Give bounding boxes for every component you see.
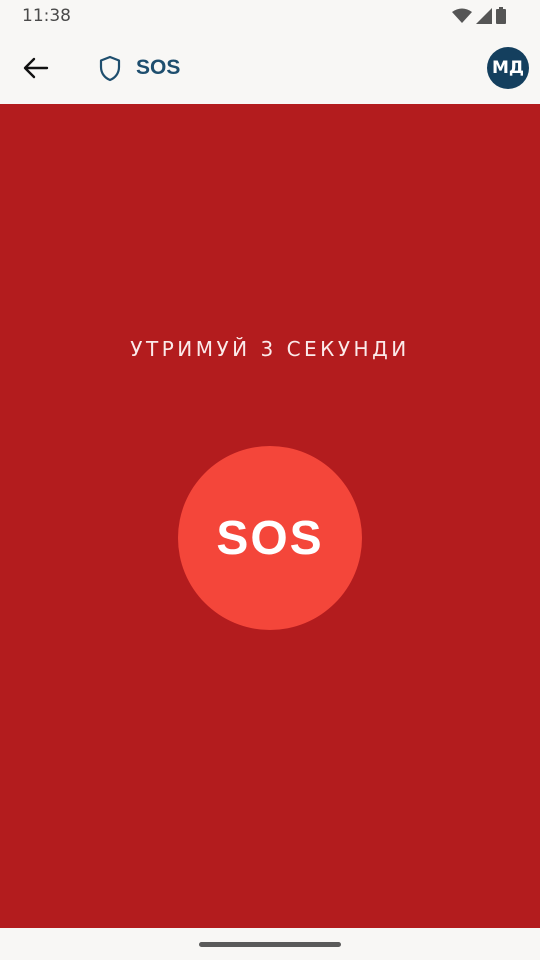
sos-button[interactable]: SOS bbox=[178, 446, 362, 630]
hold-hint: УТРИМУЙ 3 СЕКУНДИ bbox=[130, 337, 410, 361]
status-bar: 11:38 bbox=[0, 0, 540, 32]
gesture-handle[interactable] bbox=[199, 942, 341, 947]
shield-icon bbox=[99, 55, 121, 82]
wifi-icon bbox=[452, 8, 472, 23]
app-bar: SOS МД bbox=[0, 32, 540, 104]
arrow-back-icon bbox=[23, 57, 49, 79]
back-button[interactable] bbox=[14, 46, 58, 90]
battery-icon bbox=[496, 7, 506, 24]
status-time: 11:38 bbox=[22, 6, 71, 26]
page-title: SOS bbox=[136, 56, 181, 79]
sos-button-label: SOS bbox=[216, 511, 324, 565]
sos-panel: УТРИМУЙ 3 СЕКУНДИ SOS bbox=[0, 104, 540, 928]
navigation-bar bbox=[0, 928, 540, 960]
signal-icon bbox=[476, 7, 492, 24]
status-icons bbox=[452, 7, 506, 24]
avatar[interactable]: МД bbox=[487, 47, 529, 89]
